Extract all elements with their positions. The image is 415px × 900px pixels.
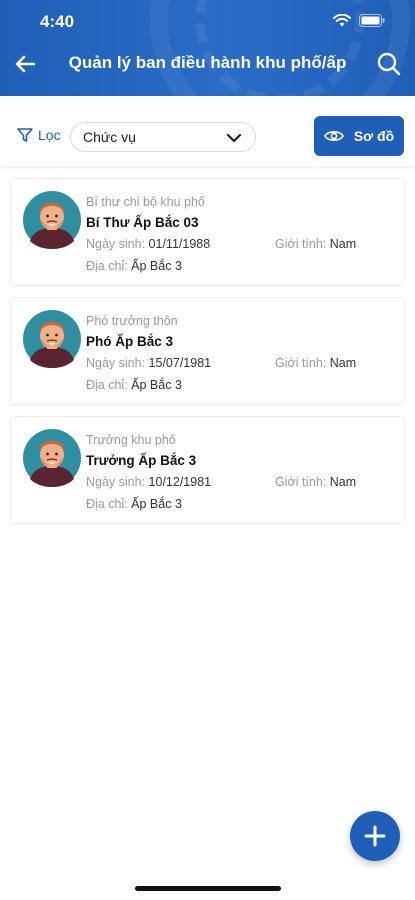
dob-value: 01/11/1988 (148, 237, 211, 251)
address-value: Ấp Bắc 3 (131, 497, 182, 511)
plus-icon (364, 825, 386, 847)
dob-value: 10/12/1981 (148, 475, 212, 489)
address-label: Địa chỉ: (86, 378, 128, 392)
member-address: Địa chỉ: Ấp Bắc 3 (86, 378, 182, 392)
member-gender: Giới tính: Nam (275, 356, 356, 370)
filter-bar: Lọc Chức vụ Sơ đồ (0, 96, 415, 166)
member-role: Phó trưởng thôn (86, 314, 178, 328)
arrow-left-icon (15, 55, 36, 73)
avatar (23, 310, 81, 368)
member-dob: Ngày sinh: 10/12/1981 (86, 475, 211, 489)
nav-bar: Quản lý ban điều hành khu phố/ấp (0, 44, 415, 96)
status-time: 4:40 (40, 12, 75, 31)
member-address: Địa chỉ: Ấp Bắc 3 (86, 259, 182, 273)
avatar (23, 429, 81, 487)
gender-value: Nam (329, 237, 357, 251)
gender-label: Giới tính: (275, 237, 327, 251)
chevron-down-icon (226, 133, 242, 143)
diagram-button[interactable]: Sơ đồ (314, 116, 404, 156)
dob-label: Ngày sinh: (86, 356, 146, 370)
address-value: Ấp Bắc 3 (131, 378, 182, 392)
gender-value: Nam (329, 356, 357, 370)
member-name: Bí Thư Ấp Bắc 03 (86, 215, 199, 230)
gender-label: Giới tính: (275, 475, 327, 489)
member-gender: Giới tính: Nam (275, 237, 356, 251)
member-role: Trưởng khu phố (86, 433, 176, 447)
status-bar: 4:40 (0, 0, 415, 44)
position-select[interactable]: Chức vụ (70, 122, 256, 152)
app-header: 4:40 Quản lý ban điều hành khu phố/ấp (0, 0, 415, 96)
address-label: Địa chỉ: (86, 259, 128, 273)
gender-label: Giới tính: (275, 356, 327, 370)
add-member-button[interactable] (350, 811, 400, 861)
dob-label: Ngày sinh: (86, 475, 146, 489)
home-indicator (135, 886, 281, 891)
status-icons (333, 14, 385, 27)
member-address: Địa chỉ: Ấp Bắc 3 (86, 497, 182, 511)
battery-icon (359, 14, 385, 27)
address-label: Địa chỉ: (86, 497, 128, 511)
wifi-icon (333, 14, 351, 27)
gender-value: Nam (329, 475, 357, 489)
address-value: Ấp Bắc 3 (131, 259, 182, 273)
diagram-label: Sơ đồ (353, 128, 395, 144)
search-button[interactable] (375, 50, 403, 78)
position-select-value: Chức vụ (83, 129, 136, 145)
back-button[interactable] (12, 50, 40, 78)
member-card[interactable]: Bí thư chi bộ khu phố Bí Thư Ấp Bắc 03 N… (10, 178, 405, 286)
member-list: Bí thư chi bộ khu phố Bí Thư Ấp Bắc 03 N… (10, 178, 405, 535)
member-card[interactable]: Phó trưởng thôn Phó Ấp Bắc 3 Ngày sinh: … (10, 297, 405, 405)
filter-label: Lọc (38, 127, 61, 143)
member-role: Bí thư chi bộ khu phố (86, 195, 205, 209)
member-name: Phó Ấp Bắc 3 (86, 334, 174, 349)
avatar (23, 191, 81, 249)
dob-value: 15/07/1981 (148, 356, 212, 370)
member-gender: Giới tính: Nam (275, 475, 356, 489)
member-dob: Ngày sinh: 01/11/1988 (86, 237, 210, 251)
eye-icon (323, 131, 344, 141)
member-card[interactable]: Trưởng khu phố Trưởng Ấp Bắc 3 Ngày sinh… (10, 416, 405, 524)
dob-label: Ngày sinh: (86, 237, 146, 251)
funnel-icon (17, 128, 33, 142)
member-dob: Ngày sinh: 15/07/1981 (86, 356, 211, 370)
page-title: Quản lý ban điều hành khu phố/ấp (68, 53, 347, 72)
filter-button[interactable]: Lọc (16, 126, 61, 144)
member-name: Trưởng Ấp Bắc 3 (86, 453, 197, 468)
search-icon (377, 52, 401, 76)
